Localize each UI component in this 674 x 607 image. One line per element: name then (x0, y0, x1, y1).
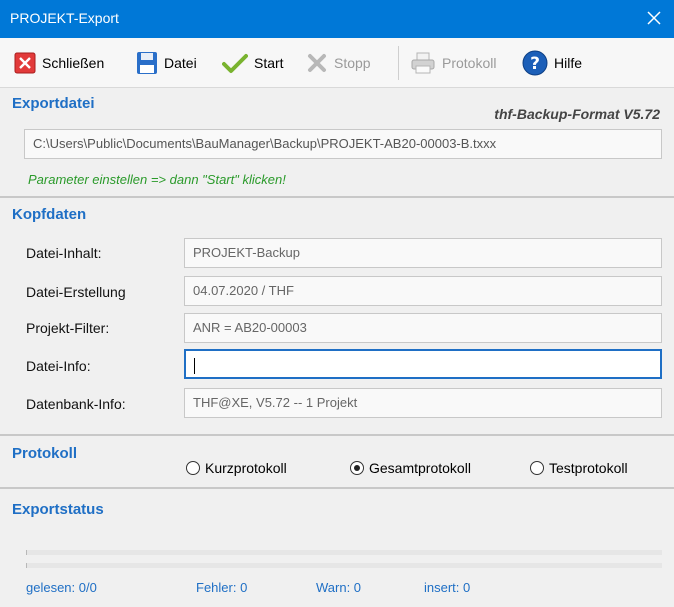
database-info-field: THF@XE, V5.72 -- 1 Projekt (184, 388, 662, 418)
help-button[interactable]: ? Hilfe (522, 48, 582, 78)
log-button[interactable]: Protokoll (410, 48, 496, 78)
file-button[interactable]: Datei (136, 48, 197, 78)
radio-test-protocol-indicator (530, 461, 544, 475)
close-window-icon[interactable] (642, 6, 666, 30)
toolbar: Schließen Datei Start Stopp Protokoll ? … (0, 38, 674, 88)
window-title: PROJEKT-Export (10, 10, 119, 26)
svg-text:?: ? (530, 54, 540, 74)
project-filter-label: Projekt-Filter: (26, 320, 110, 336)
file-content-label: Datei-Inhalt: (26, 245, 102, 261)
printer-icon (411, 52, 435, 74)
save-disk-icon (137, 52, 157, 74)
close-x-icon (14, 52, 36, 74)
header-data-section-title: Kopfdaten (12, 206, 87, 223)
export-path-field: C:\Users\Public\Documents\BauManager\Bac… (24, 129, 662, 159)
close-button[interactable]: Schließen (14, 48, 104, 78)
progress-bar-write (26, 563, 662, 568)
protocol-section-title: Protokoll (12, 445, 78, 462)
checkmark-icon (222, 54, 248, 73)
warning-count: Warn: 0 (316, 580, 362, 595)
start-button[interactable]: Start (222, 48, 284, 78)
text-caret (194, 357, 195, 374)
radio-short-protocol-indicator (186, 461, 200, 475)
stop-button[interactable]: Stopp (306, 48, 371, 78)
stop-x-icon (308, 54, 326, 72)
instruction-hint: Parameter einstellen => dann "Start" kli… (28, 172, 286, 187)
section-divider (0, 196, 674, 198)
file-creation-field: 04.07.2020 / THF (184, 276, 662, 306)
format-label: thf-Backup-Format V5.72 (494, 106, 660, 122)
file-content-field: PROJEKT-Backup (184, 238, 662, 268)
radio-full-protocol[interactable]: Gesamtprotokoll (350, 460, 471, 476)
progress-bar-read (26, 550, 662, 555)
error-count: Fehler: 0 (196, 580, 248, 595)
radio-full-protocol-indicator (350, 461, 364, 475)
toolbar-separator (398, 46, 399, 80)
insert-count: insert: 0 (424, 580, 471, 595)
export-status-section-title: Exportstatus (12, 501, 104, 518)
section-divider (0, 487, 674, 489)
file-creation-label: Datei-Erstellung (26, 284, 126, 300)
section-divider (0, 434, 674, 436)
file-info-label: Datei-Info: (26, 358, 91, 374)
help-question-icon: ? (522, 50, 548, 76)
radio-short-protocol[interactable]: Kurzprotokoll (186, 460, 287, 476)
radio-test-protocol[interactable]: Testprotokoll (530, 460, 628, 476)
title-bar: PROJEKT-Export (0, 0, 674, 38)
read-count: gelesen: 0/0 (26, 580, 97, 595)
file-info-input[interactable] (184, 349, 662, 379)
export-file-section-title: Exportdatei (12, 95, 95, 112)
project-filter-field: ANR = AB20-00003 (184, 313, 662, 343)
database-info-label: Datenbank-Info: (26, 396, 126, 412)
